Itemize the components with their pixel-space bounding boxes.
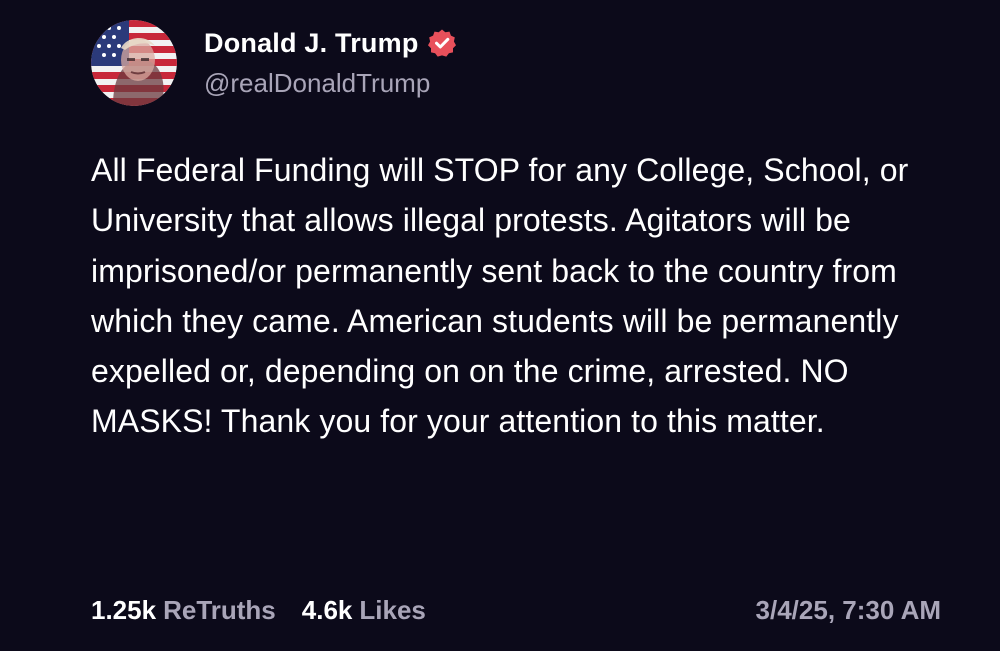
avatar[interactable] — [91, 20, 177, 106]
retruths-stat[interactable]: 1.25k ReTruths — [91, 595, 276, 626]
retruths-label: ReTruths — [163, 594, 276, 625]
likes-stat[interactable]: 4.6k Likes — [302, 595, 426, 626]
post-card: Donald J. Trump @realDonaldTrump All Fed… — [0, 0, 1000, 651]
likes-count: 4.6k — [301, 594, 353, 625]
author-display-name[interactable]: Donald J. Trump — [204, 28, 419, 59]
likes-label: Likes — [359, 594, 426, 625]
post-footer: 1.25k ReTruths 4.6k Likes 3/4/25, 7:30 A… — [91, 590, 941, 630]
avatar-flag-portrait-icon — [91, 20, 177, 106]
author-identity: Donald J. Trump @realDonaldTrump — [204, 28, 457, 99]
post-body-text: All Federal Funding will STOP for any Co… — [91, 152, 909, 440]
author-name-row: Donald J. Trump — [204, 28, 457, 59]
post-timestamp[interactable]: 3/4/25, 7:30 AM — [756, 595, 941, 626]
verified-badge-icon — [427, 28, 457, 58]
post-header: Donald J. Trump @realDonaldTrump — [91, 18, 457, 108]
retruths-count: 1.25k — [91, 594, 157, 625]
author-handle[interactable]: @realDonaldTrump — [204, 68, 457, 99]
